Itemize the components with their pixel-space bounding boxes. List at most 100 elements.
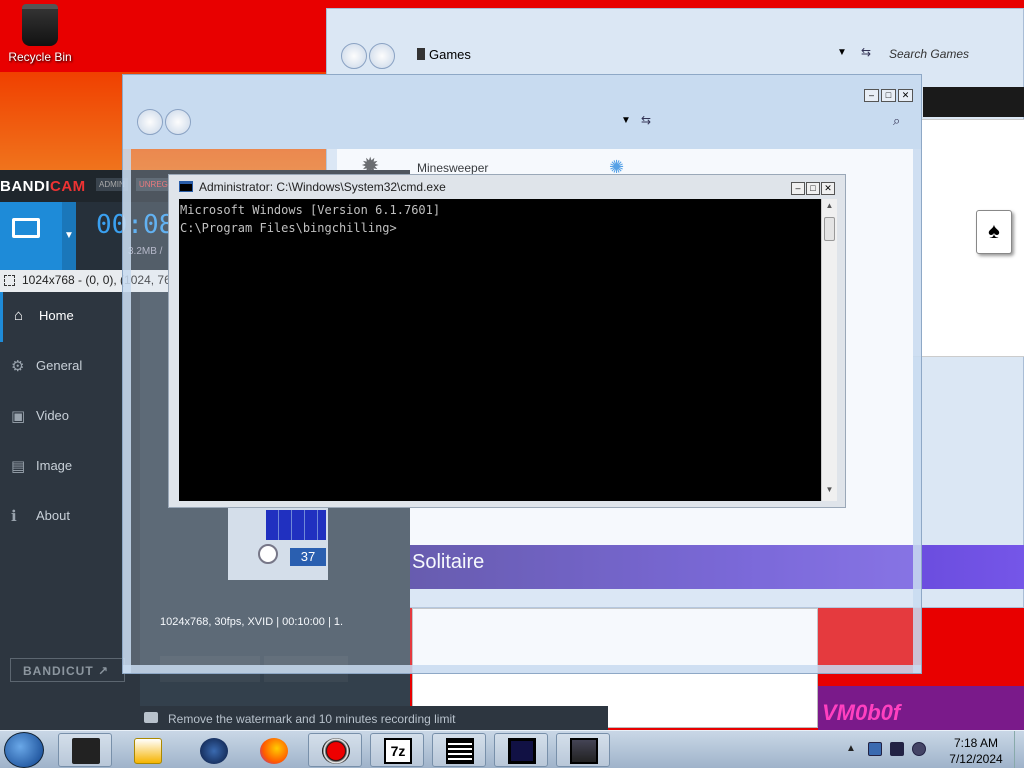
monitor-icon	[12, 218, 40, 238]
back-button[interactable]	[341, 43, 367, 69]
bandicut-button[interactable]: BANDICUT ↗	[10, 658, 125, 682]
window-icon	[570, 738, 598, 764]
maximize-button[interactable]: □	[881, 89, 896, 102]
folder-icon	[72, 738, 100, 764]
solitaire-preview-icon: ♠	[976, 210, 1012, 254]
message-icon	[144, 712, 158, 723]
scroll-thumb[interactable]	[824, 217, 835, 241]
globe-icon	[200, 738, 228, 764]
watermark-notice[interactable]: Remove the watermark and 10 minutes reco…	[140, 706, 608, 730]
cmd-icon	[179, 181, 193, 192]
sidebar-item-label: Home	[39, 308, 74, 323]
cmd-icon	[446, 738, 474, 764]
refresh-icon[interactable]: ⇆	[861, 45, 871, 59]
start-button[interactable]	[4, 732, 44, 768]
search-icon[interactable]: ⌕	[893, 113, 900, 129]
vm-thumbnail: VM0b0f	[818, 686, 1024, 730]
sidebar-item-image[interactable]: ▤ Image	[0, 442, 130, 492]
minesweeper-window: 37	[228, 508, 328, 580]
taskbar-vm-app[interactable]	[494, 733, 548, 767]
media-player-icon	[134, 738, 162, 764]
screen-record-mode-button[interactable]	[0, 202, 62, 270]
taskbar-explorer-app[interactable]	[58, 733, 112, 767]
home-icon: ⌂	[14, 307, 24, 324]
console-scrollbar[interactable]: ▲ ▼	[821, 199, 837, 501]
volume-icon[interactable]	[912, 742, 926, 756]
taskbar-bandicam-app[interactable]	[308, 733, 362, 767]
clock-time: 7:18 AM	[953, 736, 999, 750]
gear-icon: ⚙	[11, 358, 25, 375]
address-path[interactable]: Games	[429, 47, 471, 62]
firefox-icon	[260, 738, 288, 764]
taskbar-network-app[interactable]	[186, 733, 240, 767]
taskbar-7zip-app[interactable]: 7z	[370, 733, 424, 767]
show-desktop-button[interactable]	[1014, 731, 1024, 768]
clock-date: 7/12/2024	[949, 752, 1003, 766]
forward-button[interactable]	[165, 109, 191, 135]
close-button[interactable]: ✕	[898, 89, 913, 102]
sidebar-item-label: Image	[36, 458, 73, 473]
taskbar: 7z ▲ 7:18 AM 7/12/2024	[0, 730, 1024, 768]
system-tray: ▲ 7:18 AM 7/12/2024	[840, 733, 1020, 767]
explorer-frame-top[interactable]: ‒ □ ✕ ▼ ⇆ ⌕	[123, 75, 921, 149]
sidebar-item-video[interactable]: ▣ Video	[0, 392, 130, 442]
search-input[interactable]: Search Games	[889, 47, 969, 61]
cmd-title-bar[interactable]: Administrator: C:\Windows\System32\cmd.e…	[169, 175, 845, 199]
address-dropdown-icon[interactable]: ▼	[621, 115, 631, 126]
cmd-title: Administrator: C:\Windows\System32\cmd.e…	[199, 180, 446, 194]
sidebar-item-label: Video	[36, 408, 70, 423]
taskbar-window-app[interactable]	[556, 733, 610, 767]
window-controls: ‒ □ ✕	[862, 87, 913, 102]
scroll-up-icon[interactable]: ▲	[822, 201, 837, 215]
selection-area-icon	[4, 275, 15, 286]
taskbar-firefox-app[interactable]	[246, 733, 300, 767]
minesweeper-grid[interactable]	[266, 510, 326, 540]
taskbar-clock[interactable]: 7:18 AM 7/12/2024	[936, 735, 1016, 767]
recycle-bin-label: Recycle Bin	[8, 50, 72, 64]
forward-button[interactable]	[369, 43, 395, 69]
record-icon	[322, 738, 350, 764]
explorer-address-bar: Games ▼ ⇆ Search Games	[341, 39, 1024, 75]
watermark-notice-text: Remove the watermark and 10 minutes reco…	[168, 712, 456, 726]
cmd-window: Administrator: C:\Windows\System32\cmd.e…	[168, 174, 846, 508]
tray-app-icon[interactable]	[868, 742, 882, 756]
refresh-icon[interactable]: ⇆	[641, 113, 651, 127]
explorer-frame-bottom	[123, 665, 921, 673]
monitor-icon	[508, 738, 536, 764]
info-icon: ℹ	[11, 508, 17, 525]
image-icon: ▤	[11, 458, 26, 475]
scroll-down-icon[interactable]: ▼	[822, 485, 837, 499]
maximize-button[interactable]: □	[806, 182, 820, 195]
explorer-toolbar-strip	[923, 87, 1024, 117]
back-button[interactable]	[137, 109, 163, 135]
recycle-bin-shortcut[interactable]: Recycle Bin	[4, 4, 76, 64]
video-icon: ▣	[11, 408, 26, 425]
recycle-bin-icon	[22, 4, 58, 46]
minimize-button[interactable]: ‒	[864, 89, 879, 102]
mode-dropdown-icon[interactable]: ▼	[62, 202, 76, 270]
explorer-frame-right	[913, 149, 921, 673]
bandicam-sidebar: ⌂ Home ⚙ General ▣ Video ▤ Image ℹ About	[0, 292, 130, 542]
games-folder-icon	[417, 48, 425, 60]
taskbar-cmd-app[interactable]	[432, 733, 486, 767]
sidebar-item-home[interactable]: ⌂ Home	[0, 292, 130, 342]
timer-icon	[258, 544, 278, 564]
sidebar-item-label: General	[36, 358, 83, 373]
sidebar-item-general[interactable]: ⚙ General	[0, 342, 130, 392]
sidebar-item-about[interactable]: ℹ About	[0, 492, 130, 542]
network-icon[interactable]	[890, 742, 904, 756]
address-dropdown-icon[interactable]: ▼	[837, 47, 847, 58]
close-button[interactable]: ✕	[821, 182, 835, 195]
bandicam-logo: BANDICAM	[0, 178, 86, 195]
show-hidden-icons-icon[interactable]: ▲	[846, 743, 856, 754]
minimize-button[interactable]: ‒	[791, 182, 805, 195]
console-prompt: C:\Program Files\bingchilling>	[180, 221, 397, 235]
explorer-frame-left	[123, 149, 131, 673]
7zip-icon: 7z	[384, 738, 412, 764]
taskbar-media-player-app[interactable]	[120, 733, 174, 767]
mine-counter: 37	[290, 548, 326, 566]
cmd-window-controls: ‒ □ ✕	[790, 180, 835, 195]
console-output[interactable]: Microsoft Windows [Version 6.1.7601] C:\P…	[179, 199, 821, 501]
sidebar-item-label: About	[36, 508, 70, 523]
console-line: Microsoft Windows [Version 6.1.7601]	[180, 203, 441, 217]
